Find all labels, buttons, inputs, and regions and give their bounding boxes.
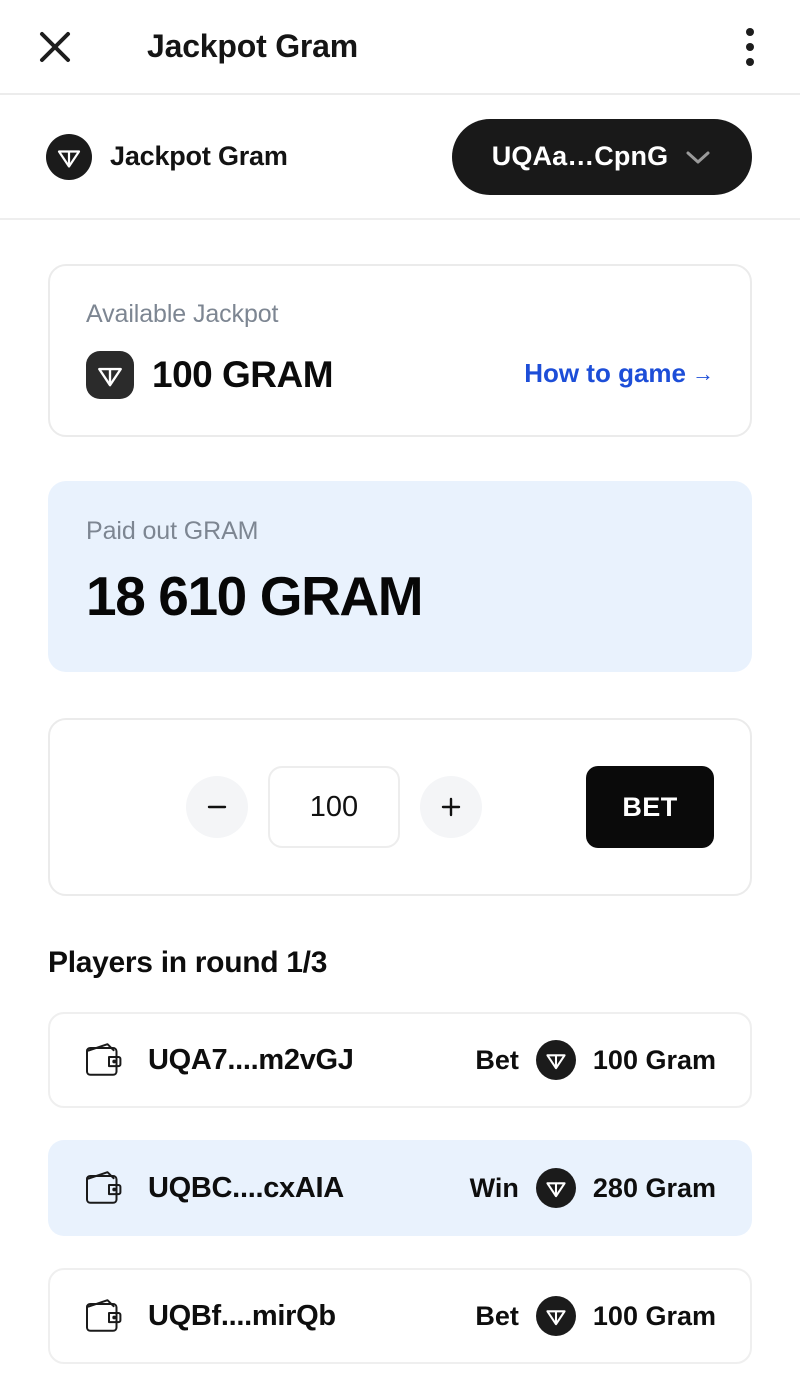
kebab-dot [746,42,754,51]
player-status: Bet [475,1044,519,1075]
how-to-game-link[interactable]: How to game → [524,358,714,389]
player-amount: 280 Gram [592,1172,716,1203]
player-result: Bet 100 Gram [475,1040,716,1080]
brand: Jackpot Gram [46,133,288,180]
players-section-title: Players in round 1/3 [48,946,328,979]
close-icon[interactable] [28,20,82,74]
ton-logo-icon [86,351,134,399]
main-content: Available Jackpot 100 GRAM How to game → [0,220,800,1384]
bet-decrement-button[interactable] [186,776,248,838]
chevron-down-icon [686,151,710,163]
player-row[interactable]: UQBC....cxAIA Win 280 Gram [48,1140,752,1236]
bet-stepper-group [186,766,482,848]
available-jackpot-card: Available Jackpot 100 GRAM How to game → [48,264,752,437]
app-bar: Jackpot Gram [0,0,800,95]
player-result: Win 280 Gram [470,1168,716,1208]
ton-logo-icon [535,1168,576,1208]
arrow-right-icon: → [692,360,714,386]
bet-submit-button[interactable]: BET [586,766,714,848]
app-screen: Jackpot Gram Jackpot Gram UQAa…CpnG Avai… [0,0,800,1384]
wallet-bar: Jackpot Gram UQAa…CpnG [0,95,800,220]
player-result: Bet 100 Gram [475,1296,716,1336]
paid-out-card: Paid out GRAM 18 610 GRAM [48,481,752,672]
brand-name: Jackpot Gram [110,141,288,171]
player-address: UQA7....m2vGJ [148,1043,354,1076]
ton-logo-icon [46,133,92,180]
wallet-icon [86,1043,122,1076]
wallet-address-label: UQAa…CpnG [491,141,669,171]
bet-amount-input[interactable] [268,766,400,848]
player-row[interactable]: UQA7....m2vGJ Bet 100 Gram [48,1012,752,1108]
wallet-address-button[interactable]: UQAa…CpnG [452,118,752,195]
how-to-game-label: How to game [524,358,686,388]
kebab-menu-icon[interactable] [730,20,770,74]
player-amount: 100 Gram [592,1044,716,1075]
wallet-icon [86,1299,122,1332]
available-jackpot-info: Available Jackpot 100 GRAM [86,300,334,399]
player-status: Win [469,1172,519,1203]
player-row[interactable]: UQBf....mirQb Bet 100 Gram [48,1268,752,1364]
page-title: Jackpot Gram [147,28,359,64]
available-jackpot-amount-row: 100 GRAM [86,351,334,399]
player-status: Bet [475,1300,519,1331]
available-jackpot-label: Available Jackpot [86,300,279,328]
available-jackpot-amount: 100 GRAM [152,354,334,395]
players-list: UQA7....m2vGJ Bet 100 Gram UQBC....cxAIA… [48,1012,752,1364]
kebab-dot [746,57,754,66]
minus-icon [207,805,227,809]
paid-out-amount: 18 610 GRAM [86,565,424,627]
player-address: UQBf....mirQb [148,1299,336,1332]
player-address: UQBC....cxAIA [148,1171,344,1204]
ton-logo-icon [535,1040,576,1080]
bet-increment-button[interactable] [420,776,482,838]
kebab-dot [746,27,754,36]
ton-logo-icon [535,1296,576,1336]
plus-icon [441,797,461,817]
player-amount: 100 Gram [592,1300,716,1331]
bet-controls-card: BET [48,718,752,896]
paid-out-label: Paid out GRAM [86,517,259,545]
wallet-icon [86,1171,122,1204]
